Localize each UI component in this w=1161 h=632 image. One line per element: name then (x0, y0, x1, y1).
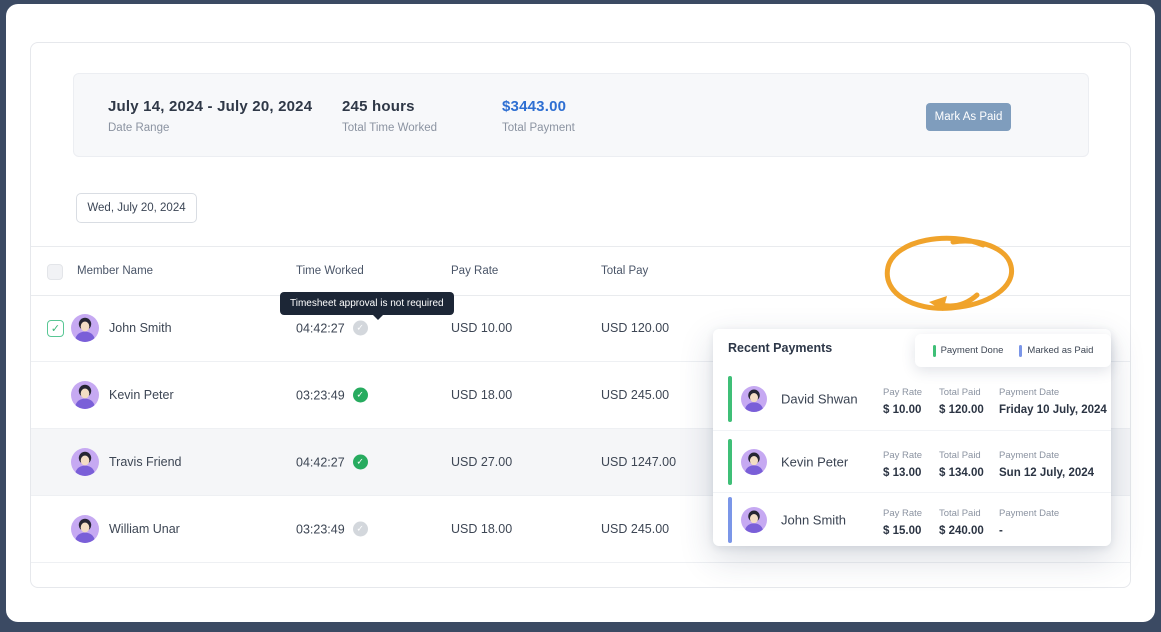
total-paid-value: $ 120.00 (939, 404, 984, 416)
pay-rate: USD 18.00 (451, 388, 512, 402)
col-header-time: Time Worked (296, 265, 364, 277)
avatar (741, 449, 767, 475)
payment-row: John Smith Pay Rate $ 15.00 Total Paid $ 2… (713, 493, 1111, 546)
pay-rate-label: Pay Rate (883, 508, 922, 519)
col-header-rate: Pay Rate (451, 265, 498, 277)
date-range-label: Date Range (108, 122, 312, 134)
approval-status-icon[interactable]: ✓ (353, 522, 368, 537)
approval-status-icon[interactable]: ✓ (353, 455, 368, 470)
pay-rate: USD 18.00 (451, 522, 512, 536)
total-paid-label: Total Paid (939, 387, 981, 398)
approval-status-icon[interactable]: ✓ (353, 321, 368, 336)
time-worked: 03:23:49 (296, 388, 345, 402)
time-worked: 03:23:49 (296, 522, 345, 536)
pay-rate-label: Pay Rate (883, 450, 922, 461)
pay-rate-value: $ 10.00 (883, 404, 922, 416)
total-time-label: Total Time Worked (342, 122, 437, 134)
recent-payments-popup: Recent Payments Payment Done Marked as P… (713, 329, 1111, 546)
recent-payments-title: Recent Payments (728, 341, 832, 355)
total-paid-label: Total Paid (939, 508, 981, 519)
status-accent-bar (728, 439, 732, 485)
stat-total-payment: $3443.00 Total Payment (502, 98, 575, 134)
table-header: Member Name Time Worked Pay Rate Total P… (31, 246, 1130, 296)
payment-row: David Shwan Pay Rate $ 10.00 Total Paid $ … (713, 367, 1111, 431)
avatar (71, 448, 99, 476)
time-worked: 04:42:27 (296, 455, 345, 469)
approval-status-icon[interactable]: ✓ (353, 388, 368, 403)
total-paid-label: Total Paid (939, 450, 981, 461)
pay-rate: USD 27.00 (451, 455, 512, 469)
total-payment-label: Total Payment (502, 122, 575, 134)
payee-name: David Shwan (781, 391, 858, 406)
payment-legend: Payment Done Marked as Paid (915, 334, 1111, 367)
payment-date-value: - (999, 525, 1059, 537)
total-pay: USD 120.00 (601, 321, 669, 335)
avatar (71, 314, 99, 342)
member-name: Travis Friend (109, 455, 181, 469)
total-pay: USD 1247.00 (601, 455, 676, 469)
summary-bar: July 14, 2024 - July 20, 2024 Date Range… (73, 73, 1089, 157)
timesheet-card: July 14, 2024 - July 20, 2024 Date Range… (30, 42, 1131, 588)
payment-date-label: Payment Date (999, 508, 1059, 519)
stat-date-range: July 14, 2024 - July 20, 2024 Date Range (108, 98, 312, 134)
stat-total-time: 245 hours Total Time Worked (342, 98, 437, 134)
row-checkbox[interactable]: ✓ (47, 320, 64, 337)
select-all-checkbox[interactable] (47, 264, 63, 280)
avatar (741, 507, 767, 533)
member-name: William Unar (109, 522, 180, 536)
date-range-value: July 14, 2024 - July 20, 2024 (108, 98, 312, 115)
total-payment-value: $3443.00 (502, 98, 575, 115)
payee-name: Kevin Peter (781, 454, 848, 469)
date-filter-chip[interactable]: Wed, July 20, 2024 (76, 193, 197, 223)
payment-date-label: Payment Date (999, 450, 1059, 461)
status-accent-bar (728, 376, 732, 422)
col-header-total: Total Pay (601, 265, 648, 277)
member-name: John Smith (109, 321, 172, 335)
total-pay: USD 245.00 (601, 388, 669, 402)
member-name: Kevin Peter (109, 388, 174, 402)
pay-rate-value: $ 13.00 (883, 467, 922, 479)
payment-date-value: Friday 10 July, 2024 (999, 404, 1107, 416)
payment-row: Kevin Peter Pay Rate $ 13.00 Total Paid $ … (713, 431, 1111, 493)
pay-rate: USD 10.00 (451, 321, 512, 335)
avatar (741, 386, 767, 412)
pay-rate-value: $ 15.00 (883, 525, 922, 537)
status-accent-bar (728, 497, 732, 543)
time-worked: 04:42:27 (296, 321, 345, 335)
blue-bar-icon (1019, 345, 1022, 357)
legend-payment-done: Payment Done (933, 345, 1004, 357)
payee-name: John Smith (781, 512, 846, 527)
total-paid-value: $ 240.00 (939, 525, 984, 537)
avatar (71, 381, 99, 409)
col-header-member: Member Name (77, 265, 153, 277)
payment-date-label: Payment Date (999, 387, 1059, 398)
avatar (71, 515, 99, 543)
total-pay: USD 245.00 (601, 522, 669, 536)
mark-as-paid-button-summary[interactable]: Mark As Paid (926, 103, 1011, 131)
pay-rate-label: Pay Rate (883, 387, 922, 398)
approval-tooltip: Timesheet approval is not required (280, 292, 454, 315)
legend-marked-as-paid: Marked as Paid (1019, 345, 1093, 357)
total-paid-value: $ 134.00 (939, 467, 984, 479)
green-bar-icon (933, 345, 936, 357)
payment-date-value: Sun 12 July, 2024 (999, 467, 1094, 479)
app-window: July 14, 2024 - July 20, 2024 Date Range… (6, 4, 1155, 622)
total-time-value: 245 hours (342, 98, 437, 115)
